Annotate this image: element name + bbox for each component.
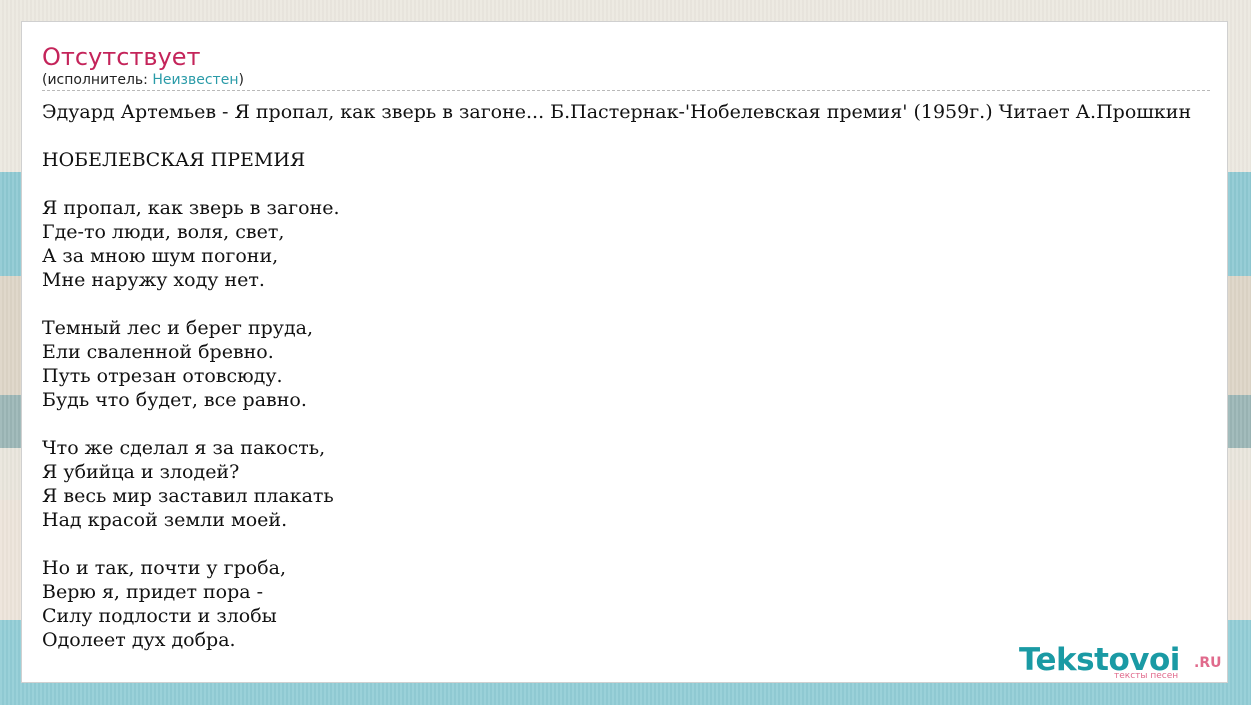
artist-link[interactable]: Неизвестен: [152, 72, 238, 88]
logo-domain: .RU: [1194, 655, 1222, 671]
song-title: Отсутствует: [42, 43, 201, 71]
site-logo[interactable]: Tekstovoi .RU тексты песен: [1019, 642, 1227, 682]
title-divider: [42, 90, 1210, 91]
lyrics-card: Отсутствует (исполнитель: Неизвестен) Эд…: [21, 21, 1228, 683]
logo-tagline: тексты песен: [1114, 671, 1179, 681]
performer-suffix: ): [238, 72, 244, 88]
performer-line: (исполнитель: Неизвестен): [42, 71, 244, 89]
lyrics-text: Эдуард Артемьев - Я пропал, как зверь в …: [42, 101, 1192, 651]
performer-prefix: (исполнитель:: [42, 72, 153, 88]
